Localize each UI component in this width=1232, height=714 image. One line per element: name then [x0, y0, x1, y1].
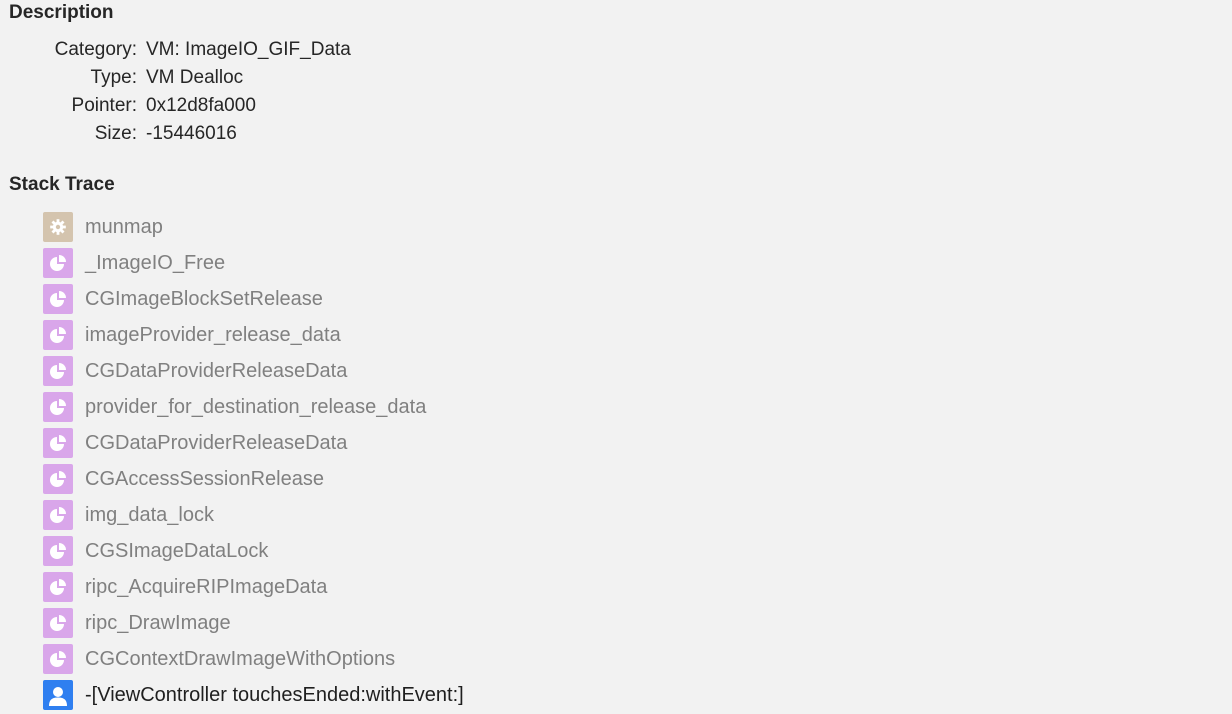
frame-label: _ImageIO_Free: [85, 251, 226, 274]
frame-label: CGDataProviderReleaseData: [85, 359, 348, 382]
description-row-type: Type: VM Dealloc: [0, 64, 600, 92]
size-value: -15446016: [146, 123, 237, 144]
stack-frame[interactable]: ripc_DrawImage: [43, 605, 1143, 641]
frame-label: ripc_DrawImage: [85, 611, 231, 634]
stack-frame[interactable]: CGSImageDataLock: [43, 533, 1143, 569]
category-value: VM: ImageIO_GIF_Data: [146, 39, 351, 60]
description-table: Category: VM: ImageIO_GIF_Data Type: VM …: [0, 36, 600, 148]
stack-frame[interactable]: CGDataProviderReleaseData: [43, 353, 1143, 389]
stack-frame[interactable]: -[ViewController touchesEnded:withEvent:…: [43, 677, 1143, 713]
size-key: Size:: [94, 123, 137, 144]
pie-icon: [43, 500, 73, 530]
pie-icon: [43, 464, 73, 494]
stack-frame[interactable]: img_data_lock: [43, 497, 1143, 533]
stack-frame[interactable]: munmap: [43, 209, 1143, 245]
stack-frame[interactable]: imageProvider_release_data: [43, 317, 1143, 353]
pointer-key: Pointer:: [71, 95, 137, 116]
pie-icon: [43, 248, 73, 278]
stack-frame[interactable]: provider_for_destination_release_data: [43, 389, 1143, 425]
stack-frame[interactable]: CGAccessSessionRelease: [43, 461, 1143, 497]
frame-label: munmap: [85, 215, 163, 238]
gear-icon: [43, 212, 73, 242]
stack-frame[interactable]: _ImageIO_Free: [43, 245, 1143, 281]
frame-label: provider_for_destination_release_data: [85, 395, 427, 418]
stack-frame[interactable]: ripc_AcquireRIPImageData: [43, 569, 1143, 605]
frame-label: CGContextDrawImageWithOptions: [85, 647, 396, 670]
type-key: Type:: [90, 67, 137, 88]
stack-frame[interactable]: CGDataProviderReleaseData: [43, 425, 1143, 461]
frame-label: CGImageBlockSetRelease: [85, 287, 323, 310]
description-row-size: Size: -15446016: [0, 120, 600, 148]
type-value: VM Dealloc: [146, 67, 244, 88]
pie-icon: [43, 572, 73, 602]
pie-icon: [43, 392, 73, 422]
frame-label: CGDataProviderReleaseData: [85, 431, 348, 454]
category-key: Category:: [54, 39, 137, 60]
pie-icon: [43, 356, 73, 386]
pie-icon: [43, 320, 73, 350]
frame-label: imageProvider_release_data: [85, 323, 341, 346]
person-icon: [43, 680, 73, 710]
pie-icon: [43, 644, 73, 674]
description-row-pointer: Pointer: 0x12d8fa000: [0, 92, 600, 120]
description-row-category: Category: VM: ImageIO_GIF_Data: [0, 36, 600, 64]
frame-label: CGAccessSessionRelease: [85, 467, 324, 490]
stack-trace-list: munmap _ImageIO_Free CGImageBlockSetRele…: [43, 209, 1143, 713]
frame-label: -[ViewController touchesEnded:withEvent:…: [85, 683, 464, 706]
description-heading: Description: [9, 2, 114, 23]
stack-frame[interactable]: CGContextDrawImageWithOptions: [43, 641, 1143, 677]
allocation-inspector: Description Category: VM: ImageIO_GIF_Da…: [0, 0, 1232, 714]
pie-icon: [43, 284, 73, 314]
pointer-value: 0x12d8fa000: [146, 95, 256, 116]
pie-icon: [43, 536, 73, 566]
stack-trace-heading: Stack Trace: [9, 174, 115, 195]
pie-icon: [43, 428, 73, 458]
frame-label: CGSImageDataLock: [85, 539, 269, 562]
stack-frame[interactable]: CGImageBlockSetRelease: [43, 281, 1143, 317]
frame-label: img_data_lock: [85, 503, 214, 526]
frame-label: ripc_AcquireRIPImageData: [85, 575, 328, 598]
pie-icon: [43, 608, 73, 638]
